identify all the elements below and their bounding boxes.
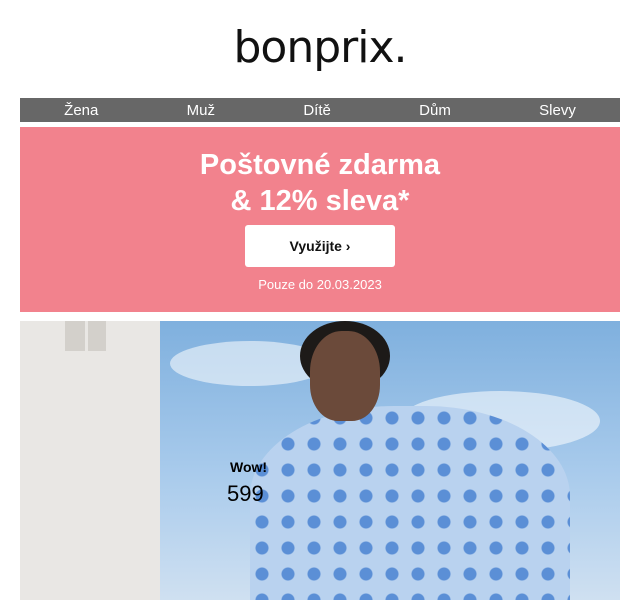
model-face <box>310 331 380 421</box>
hero-image[interactable]: Wow! 599 <box>20 321 620 600</box>
building-wall <box>20 321 160 600</box>
price-badge-label: Wow! <box>230 459 268 475</box>
promo-banner: Poštovné zdarma & 12% sleva* Využijte › … <box>20 127 620 312</box>
promo-title-line2: & 12% sleva* <box>230 185 410 217</box>
nav-item-dum[interactable]: Dům <box>419 102 451 119</box>
nav-item-dite[interactable]: Dítě <box>303 102 331 119</box>
floral-dress <box>250 406 570 600</box>
nav-item-slevy[interactable]: Slevy <box>539 102 576 119</box>
promo-title-line1: Poštovné zdarma <box>199 149 441 181</box>
price-value: 599 <box>227 481 264 506</box>
main-nav: Žena Muž Dítě Dům Slevy <box>20 98 620 122</box>
offer-validity-text: Pouze do 20.03.2023 <box>258 277 382 292</box>
bonprix-logo[interactable]: bonprix. <box>0 22 640 73</box>
use-offer-button[interactable]: Využijte › <box>245 225 395 267</box>
nav-item-zena[interactable]: Žena <box>64 102 98 119</box>
nav-item-muz[interactable]: Muž <box>187 102 215 119</box>
wall-window <box>88 321 106 351</box>
promo-title: Poštovné zdarma & 12% sleva* <box>20 147 620 219</box>
wall-window <box>65 321 85 351</box>
